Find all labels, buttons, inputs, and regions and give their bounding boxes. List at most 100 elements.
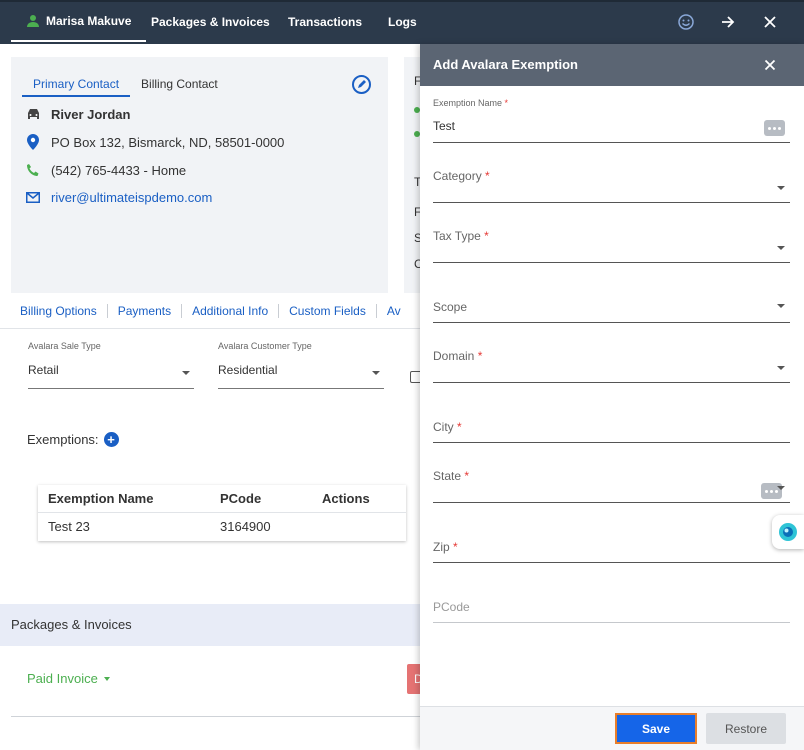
arrow-right-icon[interactable]	[718, 12, 738, 32]
tab-customer-label: Marisa Makuve	[46, 14, 132, 28]
state-select[interactable]: State *	[433, 469, 790, 503]
field-underline	[433, 622, 790, 623]
close-panel-icon[interactable]	[762, 57, 778, 73]
chevron-down-icon	[777, 304, 785, 308]
tab-transactions[interactable]: Transactions	[288, 2, 362, 42]
location-pin-icon	[25, 134, 41, 150]
category-label: Category	[433, 169, 482, 183]
more-options-icon[interactable]	[764, 120, 785, 136]
tab-customer[interactable]: Marisa Makuve	[11, 2, 147, 42]
section-divider	[11, 716, 420, 717]
subtab-additional-info[interactable]: Additional Info	[182, 304, 280, 318]
mail-icon	[25, 189, 41, 205]
account-summary-card: F T F S C	[404, 57, 423, 293]
add-exemption-button[interactable]: +	[103, 432, 119, 447]
select-underline	[218, 388, 384, 389]
contact-address-row: PO Box 132, Bismarck, ND, 58501-0000	[25, 134, 284, 150]
table-divider	[38, 512, 406, 513]
required-marker: *	[457, 420, 462, 434]
panel-header: Add Avalara Exemption	[420, 44, 804, 86]
exemptions-table: Exemption Name PCode Actions Test 23 316…	[38, 485, 406, 541]
domain-select[interactable]: Domain *	[433, 349, 790, 383]
avalara-sale-type-select[interactable]: Avalara Sale Type Retail	[28, 341, 194, 389]
avalara-sale-type-value: Retail	[28, 363, 59, 377]
exemption-name-cell: Test 23	[48, 519, 90, 534]
restore-button[interactable]: Restore	[706, 713, 786, 744]
required-marker: *	[504, 98, 509, 108]
avalara-customer-type-value: Residential	[218, 363, 278, 377]
packages-invoices-title: Packages & Invoices	[11, 617, 132, 632]
exemption-name-value[interactable]: Test	[433, 119, 790, 133]
invoice-filter-dropdown[interactable]: Paid Invoice	[27, 671, 110, 686]
avalara-customer-type-label: Avalara Customer Type	[218, 341, 312, 351]
assistant-icon	[779, 523, 797, 541]
field-underline	[433, 562, 790, 563]
contact-phone-row: (542) 765-4433 - Home	[25, 162, 186, 178]
field-underline	[433, 502, 790, 503]
pcode-field[interactable]: PCode	[433, 600, 790, 623]
account-subtabs: Billing Options Payments Additional Info…	[10, 300, 411, 322]
tab-billing-contact[interactable]: Billing Contact	[130, 75, 229, 97]
person-icon	[26, 14, 40, 28]
required-marker: *	[485, 169, 490, 183]
required-marker: *	[464, 469, 470, 483]
pcode-cell: 3164900	[220, 519, 271, 534]
pencil-icon	[358, 80, 366, 88]
panel-footer: Save Restore	[420, 706, 804, 750]
field-underline	[433, 202, 790, 203]
scope-select[interactable]: Scope	[433, 300, 790, 323]
save-button[interactable]: Save	[615, 713, 697, 744]
subtab-avalara[interactable]: Av	[377, 304, 411, 318]
avalara-customer-type-select[interactable]: Avalara Customer Type Residential	[218, 341, 384, 389]
smile-icon[interactable]	[676, 12, 696, 32]
zip-label: Zip	[433, 540, 450, 554]
exemption-name-label: Exemption Name	[433, 98, 503, 108]
close-icon[interactable]	[760, 12, 780, 32]
tab-primary-contact[interactable]: Primary Contact	[22, 75, 131, 97]
assistant-launcher-button[interactable]	[772, 515, 804, 549]
chevron-down-icon	[103, 676, 110, 681]
exemptions-header: Exemptions: +	[27, 432, 119, 447]
contact-address: PO Box 132, Bismarck, ND, 58501-0000	[51, 134, 285, 150]
delete-button[interactable]: D	[407, 664, 423, 694]
subtab-payments[interactable]: Payments	[108, 304, 183, 318]
pcode-label: PCode	[433, 600, 470, 614]
required-marker: *	[477, 349, 483, 363]
column-header-exemption-name: Exemption Name	[48, 491, 154, 506]
packages-invoices-header: Packages & Invoices	[0, 604, 420, 646]
edit-contact-button[interactable]	[352, 75, 371, 94]
add-exemption-panel: Add Avalara Exemption Exemption Name * T…	[420, 44, 804, 750]
required-marker: *	[484, 229, 489, 243]
city-label: City	[433, 420, 454, 434]
phone-icon	[25, 162, 41, 178]
contact-tabs: Primary Contact Billing Contact	[22, 75, 229, 97]
contact-name: River Jordan	[51, 106, 131, 122]
zip-field[interactable]: Zip *	[433, 540, 790, 563]
chevron-down-icon	[777, 246, 785, 250]
invoice-filter-label: Paid Invoice	[27, 671, 98, 686]
subtab-billing-options[interactable]: Billing Options	[10, 304, 108, 318]
city-field[interactable]: City *	[433, 420, 790, 443]
category-select[interactable]: Category *	[433, 169, 790, 203]
tab-packages-invoices[interactable]: Packages & Invoices	[151, 2, 270, 42]
panel-title: Add Avalara Exemption	[433, 57, 578, 72]
scope-label: Scope	[433, 300, 468, 314]
contact-email[interactable]: river@ultimateispdemo.com	[51, 190, 212, 205]
exemption-name-field[interactable]: Exemption Name * Test	[433, 98, 790, 143]
subtab-custom-fields[interactable]: Custom Fields	[279, 304, 377, 318]
top-navigation: Marisa Makuve Packages & Invoices Transa…	[0, 0, 804, 44]
state-label: State	[433, 469, 462, 483]
chevron-down-icon	[777, 186, 785, 190]
chevron-down-icon	[777, 486, 785, 490]
tab-logs[interactable]: Logs	[388, 2, 417, 42]
tax-type-select[interactable]: Tax Type *	[433, 229, 790, 263]
car-icon	[25, 106, 41, 122]
required-marker: *	[453, 540, 458, 554]
tax-type-label: Tax Type	[433, 229, 481, 243]
field-underline	[433, 142, 790, 143]
column-header-pcode: PCode	[220, 491, 262, 506]
chevron-down-icon	[372, 371, 380, 375]
contact-email-row[interactable]: river@ultimateispdemo.com	[25, 189, 212, 205]
contact-phone: (542) 765-4433 - Home	[51, 162, 187, 178]
tab-transactions-label: Transactions	[288, 15, 363, 29]
